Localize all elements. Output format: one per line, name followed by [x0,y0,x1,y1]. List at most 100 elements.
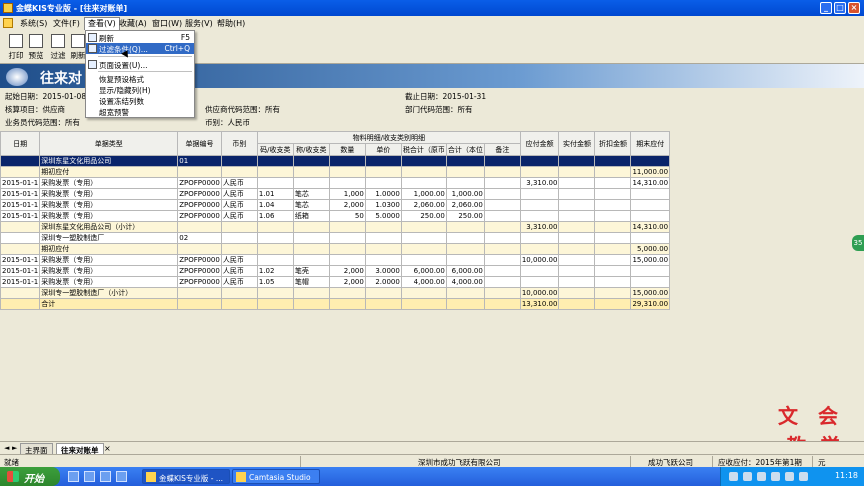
quicklaunch-folder-icon[interactable] [116,471,127,482]
side-float-tab[interactable]: 35 [852,235,864,251]
col-payable[interactable]: 应付金额 [519,131,560,156]
table-cell[interactable] [594,265,632,277]
table-cell[interactable] [558,254,596,266]
table-row[interactable]: 深圳东星文化用品公司（小计） 3,310.00 14,310.00 [0,221,671,233]
table-cell[interactable]: 人民币 [220,177,258,189]
table-cell[interactable] [292,298,330,310]
table-cell[interactable] [483,298,521,310]
tab-scroll-right-icon[interactable]: ► [12,444,17,452]
table-cell[interactable]: 1.04 [256,199,294,211]
table-cell[interactable]: 2015-01-1 [0,210,41,222]
table-cell[interactable] [445,232,485,244]
tray-ime-icon[interactable] [757,472,766,481]
table-cell[interactable] [519,243,560,255]
table-cell[interactable] [177,166,222,178]
table-cell[interactable] [483,254,521,266]
table-cell[interactable] [558,155,596,167]
table-cell[interactable]: 笔芯 [292,199,330,211]
table-cell[interactable] [630,155,671,167]
table-cell[interactable]: 3,310.00 [519,221,560,233]
table-cell[interactable]: 采购发票（专用） [39,177,179,189]
close-button[interactable]: × [848,2,860,14]
menu-window[interactable]: 窗口(W) [152,18,182,29]
table-cell[interactable]: 采购发票（专用） [39,210,179,222]
table-cell[interactable] [558,166,596,178]
table-cell[interactable]: 深圳专一塑胶制造厂（小计） [39,287,179,299]
col-remarks[interactable]: 备注 [483,143,521,156]
table-row[interactable]: 2015-01-1 采购发票（专用） ZPOFP0000 人民币 1.06 纸箱 50 5.0… [0,210,671,222]
table-cell[interactable]: 采购发票（专用） [39,276,179,288]
table-cell[interactable] [483,166,521,178]
table-cell[interactable] [328,298,366,310]
table-cell[interactable]: 人民币 [220,265,258,277]
table-cell[interactable]: 5.0000 [364,210,402,222]
col-discount[interactable]: 折扣金额 [594,131,632,156]
table-cell[interactable] [0,155,41,167]
table-cell[interactable] [400,298,447,310]
tab-scroll-left-icon[interactable]: ◄ [4,444,9,452]
tray-network-icon[interactable] [729,472,738,481]
filter-button[interactable]: 过滤 [48,34,68,61]
menu-view[interactable]: 查看(V) [84,17,120,31]
table-cell[interactable]: 2015-01-1 [0,265,41,277]
table-cell[interactable]: 10,000.00 [519,254,560,266]
table-cell[interactable]: 13,310.00 [519,298,560,310]
table-cell[interactable] [594,221,632,233]
table-cell[interactable]: 期初应付 [39,243,179,255]
table-cell[interactable] [292,254,330,266]
table-cell[interactable]: 笔芯 [292,188,330,200]
quicklaunch-ie-icon[interactable] [68,471,79,482]
table-cell[interactable] [328,166,366,178]
table-cell[interactable]: 采购发票（专用） [39,254,179,266]
table-cell[interactable] [400,232,447,244]
table-cell[interactable] [364,254,402,266]
table-cell[interactable] [483,221,521,233]
table-cell[interactable] [292,243,330,255]
col-doc-type[interactable]: 单据类型 [39,131,179,156]
table-cell[interactable]: 01 [177,155,222,167]
table-cell[interactable] [177,243,222,255]
table-cell[interactable] [220,232,258,244]
preview-button[interactable]: 预览 [26,34,46,61]
menu-item-restore-format[interactable]: 恢复预设格式 [86,73,194,84]
table-cell[interactable] [558,298,596,310]
table-cell[interactable]: ZPOFP0000 [177,199,222,211]
table-cell[interactable] [400,221,447,233]
table-cell[interactable] [328,254,366,266]
table-row[interactable]: 2015-01-1 采购发票（专用） ZPOFP0000 人民币 3,310.00 14,… [0,177,671,189]
table-cell[interactable] [483,177,521,189]
table-cell[interactable] [558,188,596,200]
table-cell[interactable] [220,166,258,178]
table-cell[interactable] [558,232,596,244]
col-unit-price[interactable]: 单价 [364,143,402,156]
table-cell[interactable]: 250.00 [445,210,485,222]
table-cell[interactable]: 2.0000 [364,276,402,288]
table-cell[interactable] [400,254,447,266]
table-cell[interactable] [400,155,447,167]
table-cell[interactable] [292,155,330,167]
table-cell[interactable] [364,232,402,244]
table-cell[interactable] [0,232,41,244]
table-cell[interactable] [558,177,596,189]
table-cell[interactable] [0,298,41,310]
table-cell[interactable]: 2,060.00 [400,199,447,211]
print-button[interactable]: 打印 [6,34,26,61]
table-cell[interactable] [328,221,366,233]
table-cell[interactable] [328,155,366,167]
table-cell[interactable] [630,199,671,211]
table-cell[interactable] [256,287,294,299]
table-cell[interactable]: 14,310.00 [630,177,671,189]
table-cell[interactable] [0,287,41,299]
table-row[interactable]: 2015-01-1 采购发票（专用） ZPOFP0000 人民币 10,000.00 15… [0,254,671,266]
col-total-original[interactable]: 税合计（原币 [400,143,447,156]
table-row[interactable]: 深圳东星文化用品公司 01 [0,155,671,167]
table-cell[interactable] [292,221,330,233]
table-cell[interactable] [594,155,632,167]
table-row[interactable]: 期初应付 11,000.00 [0,166,671,178]
table-cell[interactable] [0,243,41,255]
col-material-name[interactable]: 称/收支类 [292,143,330,156]
table-cell[interactable]: 29,310.00 [630,298,671,310]
table-cell[interactable] [483,188,521,200]
table-cell[interactable] [594,199,632,211]
menu-item-refresh[interactable]: 刷新 F5 [86,32,194,43]
